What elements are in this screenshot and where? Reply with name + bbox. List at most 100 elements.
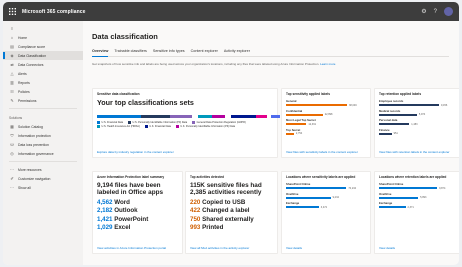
card-title: Top sensitivity applied labels: [286, 92, 331, 96]
bar-line: 951: [379, 132, 456, 135]
card-link[interactable]: View files with retention labels in the …: [379, 150, 449, 154]
sidebar-item-policies[interactable]: ☷ Policies: [3, 87, 83, 96]
waffle-icon[interactable]: [3, 2, 22, 21]
bar-label: Exchange: [379, 201, 393, 205]
sidebar-item-information-governance[interactable]: ◎ Information governance: [3, 149, 83, 158]
bar-track: 5,974: [379, 113, 456, 116]
sidebar-item-label: Home: [18, 35, 28, 40]
bar-track: 70,234: [286, 187, 366, 190]
bar-fill: [286, 196, 331, 199]
bar-fill: [286, 113, 323, 116]
card-locations-sensitivity: Locations where sensitivity labels are a…: [281, 171, 371, 254]
sidebar-item-information-protection[interactable]: ⛉ Information protection: [3, 131, 83, 140]
card-link[interactable]: View details: [379, 246, 395, 250]
sidebar-item-data-classification[interactable]: ◈ Data Classification: [3, 51, 83, 60]
stat-label: Outlook: [114, 207, 138, 215]
bar-label: Exchange: [286, 201, 300, 205]
sidebar-item-label: Customize navigation: [18, 176, 51, 181]
sidebar-item-show-all[interactable]: ⋯ Show all: [3, 183, 83, 192]
bar-label: OneDrive: [286, 191, 299, 196]
classification-legend: U.S. Financial Data U.S. Personally Ident…: [97, 121, 280, 129]
classification-segment: [212, 115, 226, 119]
classification-segment: [170, 115, 193, 119]
bar-line: 9,874: [379, 187, 456, 190]
legend-item: U.S. Personally Identifiable Information…: [128, 121, 187, 125]
card-title: Azure Information Protection label summa…: [97, 175, 165, 179]
bar-fill: [379, 206, 406, 208]
retention-bars: Employee records 9,456 Medical records 5,97…: [379, 99, 456, 135]
bar-row: Medical records 5,974: [379, 109, 456, 116]
sidebar-item-item[interactable]: ≡: [3, 24, 83, 33]
card-link[interactable]: View all MLA activities in the activity …: [190, 246, 249, 250]
legend-item: General Data Protection Regulation (GDPR…: [192, 121, 246, 125]
app-title[interactable]: Microsoft 365 compliance: [22, 9, 86, 15]
bar-row: Personal data 1,483: [379, 118, 456, 126]
bar-value: 5,893: [420, 196, 427, 199]
classification-segment: [197, 115, 213, 119]
tab-overview[interactable]: Overview: [92, 49, 109, 57]
tab-bar: Overview Trainable classifiers Sensitive i…: [92, 49, 449, 57]
sidebar-item-permissions[interactable]: ✎ Permissions: [3, 96, 83, 105]
bar-row: Exchange 3,472: [286, 201, 366, 209]
bar-line: 70,234: [286, 187, 366, 190]
stat-row: 4,562 Word: [97, 199, 178, 207]
tab-trainable-classifiers[interactable]: Trainable classifiers: [114, 49, 146, 56]
sidebar-item-compliance-score[interactable]: ▤ Compliance score: [3, 42, 83, 51]
bar-value: 9,456: [440, 103, 448, 107]
avatar[interactable]: [444, 7, 453, 16]
tab-sensitive-info-types[interactable]: Sensitive info types: [153, 49, 185, 56]
sidebar-item-more-resources[interactable]: ⋯ More resources: [3, 165, 83, 174]
stat-row: 422 Changed a label: [190, 207, 273, 215]
sidebar-item-home[interactable]: ⌂ Home: [3, 33, 83, 42]
page-description: Get snapshots of how sensitive info and …: [92, 62, 392, 66]
stat-number: 422: [190, 207, 201, 215]
bar-track: 38,049: [286, 104, 366, 107]
legend-swatch: [192, 121, 196, 125]
tab-content-explorer[interactable]: Content explorer: [191, 49, 218, 56]
location-sensitivity-bars: SharePoint Online 70,234 OneDrive 9,234 Exch…: [286, 182, 366, 209]
bar-label: Top Secret: [286, 127, 301, 132]
sensitivity-bars: General 38,049 Confidential 22,898 Most Lega…: [286, 99, 366, 135]
stat-label: Shared externally: [202, 215, 254, 223]
sidebar-item-data-connectors[interactable]: ⇄ Data Connectors: [3, 60, 83, 69]
bar-value: 38,049: [349, 103, 357, 107]
legend-swatch: [97, 125, 100, 129]
sidebar-item-customize-navigation[interactable]: ✐ Customize navigation: [3, 174, 83, 183]
learn-more-link[interactable]: Learn more: [320, 62, 335, 66]
bar-track: 3,472: [286, 206, 366, 209]
bar-track: 9,234: [286, 196, 366, 199]
card-link[interactable]: View details: [286, 246, 302, 250]
sidebar-item-reports[interactable]: ▥ Reports: [3, 78, 83, 87]
legend-label: General Data Protection Regulation (GDPR…: [196, 121, 246, 125]
bar-value: 22,898: [324, 113, 333, 116]
card-link[interactable]: Explore data by industry regulation in t…: [97, 150, 174, 154]
sidebar-item-label: Permissions: [18, 98, 37, 103]
bar-fill: [379, 104, 439, 106]
bar-track: 1,483: [379, 123, 456, 126]
stat-number: 4,562: [97, 198, 113, 206]
sidebar-item-label: Show all: [18, 185, 31, 190]
legend-swatch: [175, 125, 179, 129]
bar-value: 951: [393, 132, 398, 135]
bar-fill: [379, 123, 410, 125]
card-locations-retention: Locations where retention labels are app…: [374, 171, 459, 254]
bar-fill: [379, 196, 419, 199]
stat-number: 220: [190, 198, 201, 206]
sidebar-item-label: Policies: [18, 89, 30, 94]
gear-icon[interactable]: ⚙: [421, 8, 426, 15]
sidebar-item-solution-catalog[interactable]: ▦ Solution Catalog: [3, 122, 83, 131]
stat-number: 1,029: [97, 224, 113, 232]
tab-activity-explorer[interactable]: Activity explorer: [224, 49, 250, 56]
sidebar-item-label: Compliance score: [18, 44, 46, 49]
sidebar-item-alerts[interactable]: △ Alerts: [3, 69, 83, 78]
card-link[interactable]: View activities in Azure Information Pro…: [97, 246, 166, 250]
legend-item: U.S. Health Insurance Act (HIPAA): [97, 125, 140, 129]
bar-row: Top Secret 2,754: [286, 127, 366, 135]
card-headline: Your top classifications sets: [97, 98, 194, 107]
classification-segment-bar: [97, 115, 280, 119]
help-icon[interactable]: ?: [434, 9, 437, 15]
card-link[interactable]: View files with sensitivity labels in th…: [286, 150, 358, 154]
legend-label: U.K. Personally Identifiable Information…: [180, 125, 235, 129]
sidebar-item-data-loss-prevention[interactable]: ⛁ Data loss prevention: [3, 140, 83, 149]
stat-label: Word: [114, 198, 130, 206]
